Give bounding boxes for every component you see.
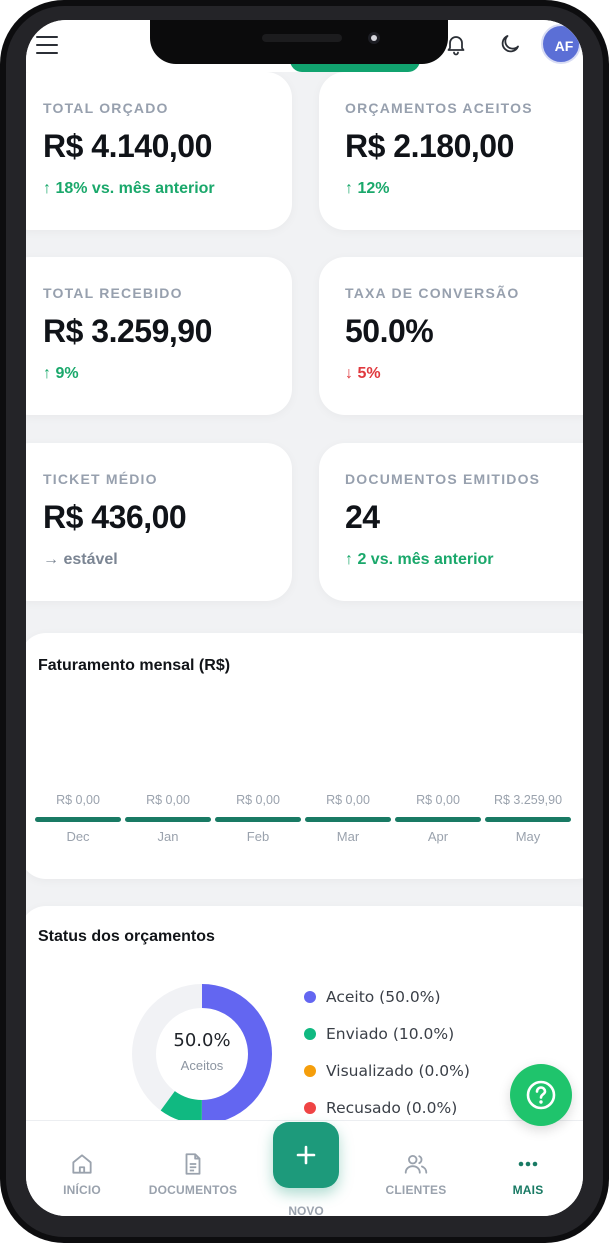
stat-delta: ↑ 9% bbox=[43, 365, 79, 382]
stat-value: 24 bbox=[345, 499, 380, 535]
stat-label: TOTAL RECEBIDO bbox=[43, 285, 183, 301]
front-camera bbox=[368, 32, 380, 44]
revenue-bar[interactable] bbox=[395, 817, 481, 822]
stat-value: R$ 2.180,00 bbox=[345, 128, 514, 164]
donut-center-value: 50.0% bbox=[173, 1030, 231, 1051]
hamburger-menu-icon[interactable] bbox=[36, 36, 58, 54]
question-circle-icon bbox=[526, 1080, 556, 1110]
document-icon bbox=[185, 1153, 201, 1175]
donut-center-label: Aceitos bbox=[180, 1058, 224, 1073]
nav-label: INÍCIO bbox=[63, 1183, 101, 1197]
users-icon bbox=[404, 1154, 428, 1174]
revenue-bar[interactable] bbox=[35, 817, 121, 822]
revenue-bar[interactable] bbox=[215, 817, 301, 822]
nav-item-mais[interactable]: MAIS bbox=[478, 1151, 578, 1197]
phone-notch bbox=[150, 20, 448, 64]
nav-label: MAIS bbox=[512, 1183, 544, 1197]
status-chart-title: Status dos orçamentos bbox=[38, 928, 215, 945]
legend-item: Recusado (0.0%) bbox=[304, 1099, 457, 1117]
bar-month-label: Apr bbox=[427, 829, 449, 844]
legend-dot bbox=[304, 1065, 316, 1077]
bar-value-label: R$ 0,00 bbox=[326, 793, 370, 807]
stat-card-total-recebido: TOTAL RECEBIDO R$ 3.259,90 ↑ 9% bbox=[26, 257, 292, 415]
nav-label: DOCUMENTOS bbox=[148, 1183, 238, 1197]
legend-item: Aceito (50.0%) bbox=[304, 988, 441, 1006]
app-screen: AF TOTAL ORÇADO R$ 4.140,00 ↑ 18% vs. mê… bbox=[26, 20, 583, 1216]
legend-label: Aceito (50.0%) bbox=[326, 988, 441, 1006]
nav-item-inicio[interactable]: INÍCIO bbox=[32, 1151, 132, 1197]
bar-month-label: Mar bbox=[336, 829, 360, 844]
revenue-chart-card: Faturamento mensal (R$) R$ 0,00 Dec R$ 0,0… bbox=[26, 633, 583, 879]
bar-value-label: R$ 0,00 bbox=[56, 793, 100, 807]
bar-month-label: Dec bbox=[66, 829, 90, 844]
stat-label: TICKET MÉDIO bbox=[43, 471, 158, 487]
stat-delta: → estável bbox=[43, 551, 118, 568]
stat-delta: ↑ 18% vs. mês anterior bbox=[43, 180, 215, 197]
nav-item-clientes[interactable]: CLIENTES bbox=[366, 1151, 466, 1197]
stat-label: TOTAL ORÇADO bbox=[43, 100, 169, 116]
stat-label: TAXA DE CONVERSÃO bbox=[345, 285, 520, 301]
bar-month-label: Jan bbox=[157, 829, 179, 844]
stat-value: R$ 3.259,90 bbox=[43, 313, 212, 349]
revenue-chart-title: Faturamento mensal (R$) bbox=[38, 657, 231, 674]
bar-month-label: Feb bbox=[246, 829, 270, 844]
new-document-button[interactable] bbox=[273, 1122, 339, 1188]
stat-delta: ↑ 2 vs. mês anterior bbox=[345, 551, 494, 568]
stat-card-orcamentos-aceitos: ORÇAMENTOS ACEITOS R$ 2.180,00 ↑ 12% bbox=[319, 72, 583, 230]
stat-card-taxa-conversao: TAXA DE CONVERSÃO 50.0% ↓ 5% bbox=[319, 257, 583, 415]
stat-delta: ↓ 5% bbox=[345, 365, 381, 382]
bar-month-label: May bbox=[515, 829, 541, 844]
stat-card-documentos-emitidos: DOCUMENTOS EMITIDOS 24 ↑ 2 vs. mês anter… bbox=[319, 443, 583, 601]
legend-item: Enviado (10.0%) bbox=[304, 1025, 454, 1043]
legend-dot bbox=[304, 991, 316, 1003]
help-button[interactable] bbox=[510, 1064, 572, 1126]
nav-item-documentos[interactable]: DOCUMENTOS bbox=[143, 1151, 243, 1197]
stat-value: R$ 436,00 bbox=[43, 499, 187, 535]
stat-label: ORÇAMENTOS ACEITOS bbox=[345, 100, 533, 116]
stat-delta: ↑ 12% bbox=[345, 180, 390, 197]
stat-value: R$ 4.140,00 bbox=[43, 128, 212, 164]
legend-label: Visualizado (0.0%) bbox=[326, 1062, 470, 1080]
bar-value-label: R$ 0,00 bbox=[416, 793, 460, 807]
status-donut-chart bbox=[132, 984, 272, 1124]
nav-label: CLIENTES bbox=[385, 1183, 447, 1197]
speaker-grille bbox=[262, 34, 342, 42]
stat-value: 50.0% bbox=[345, 313, 434, 349]
legend-item: Visualizado (0.0%) bbox=[304, 1062, 470, 1080]
revenue-bar[interactable] bbox=[485, 817, 571, 822]
bar-value-label: R$ 0,00 bbox=[146, 793, 190, 807]
home-icon bbox=[72, 1154, 92, 1174]
stat-card-total-orcado: TOTAL ORÇADO R$ 4.140,00 ↑ 18% vs. mês a… bbox=[26, 72, 292, 230]
moon-icon[interactable] bbox=[498, 32, 522, 56]
bar-value-label: R$ 0,00 bbox=[236, 793, 280, 807]
user-avatar[interactable]: AF bbox=[541, 24, 581, 64]
revenue-bar[interactable] bbox=[125, 817, 211, 822]
legend-dot bbox=[304, 1028, 316, 1040]
bar-value-label: R$ 3.259,90 bbox=[493, 793, 563, 807]
legend-label: Enviado (10.0%) bbox=[326, 1025, 455, 1043]
stat-card-ticket-medio: TICKET MÉDIO R$ 436,00 → estável bbox=[26, 443, 292, 601]
revenue-bar[interactable] bbox=[305, 817, 391, 822]
legend-label: Recusado (0.0%) bbox=[326, 1099, 458, 1117]
dots-icon bbox=[518, 1161, 538, 1167]
legend-dot bbox=[304, 1102, 316, 1114]
plus-icon bbox=[296, 1145, 316, 1165]
stat-label: DOCUMENTOS EMITIDOS bbox=[345, 471, 541, 487]
new-document-label: NOVO bbox=[288, 1204, 324, 1216]
